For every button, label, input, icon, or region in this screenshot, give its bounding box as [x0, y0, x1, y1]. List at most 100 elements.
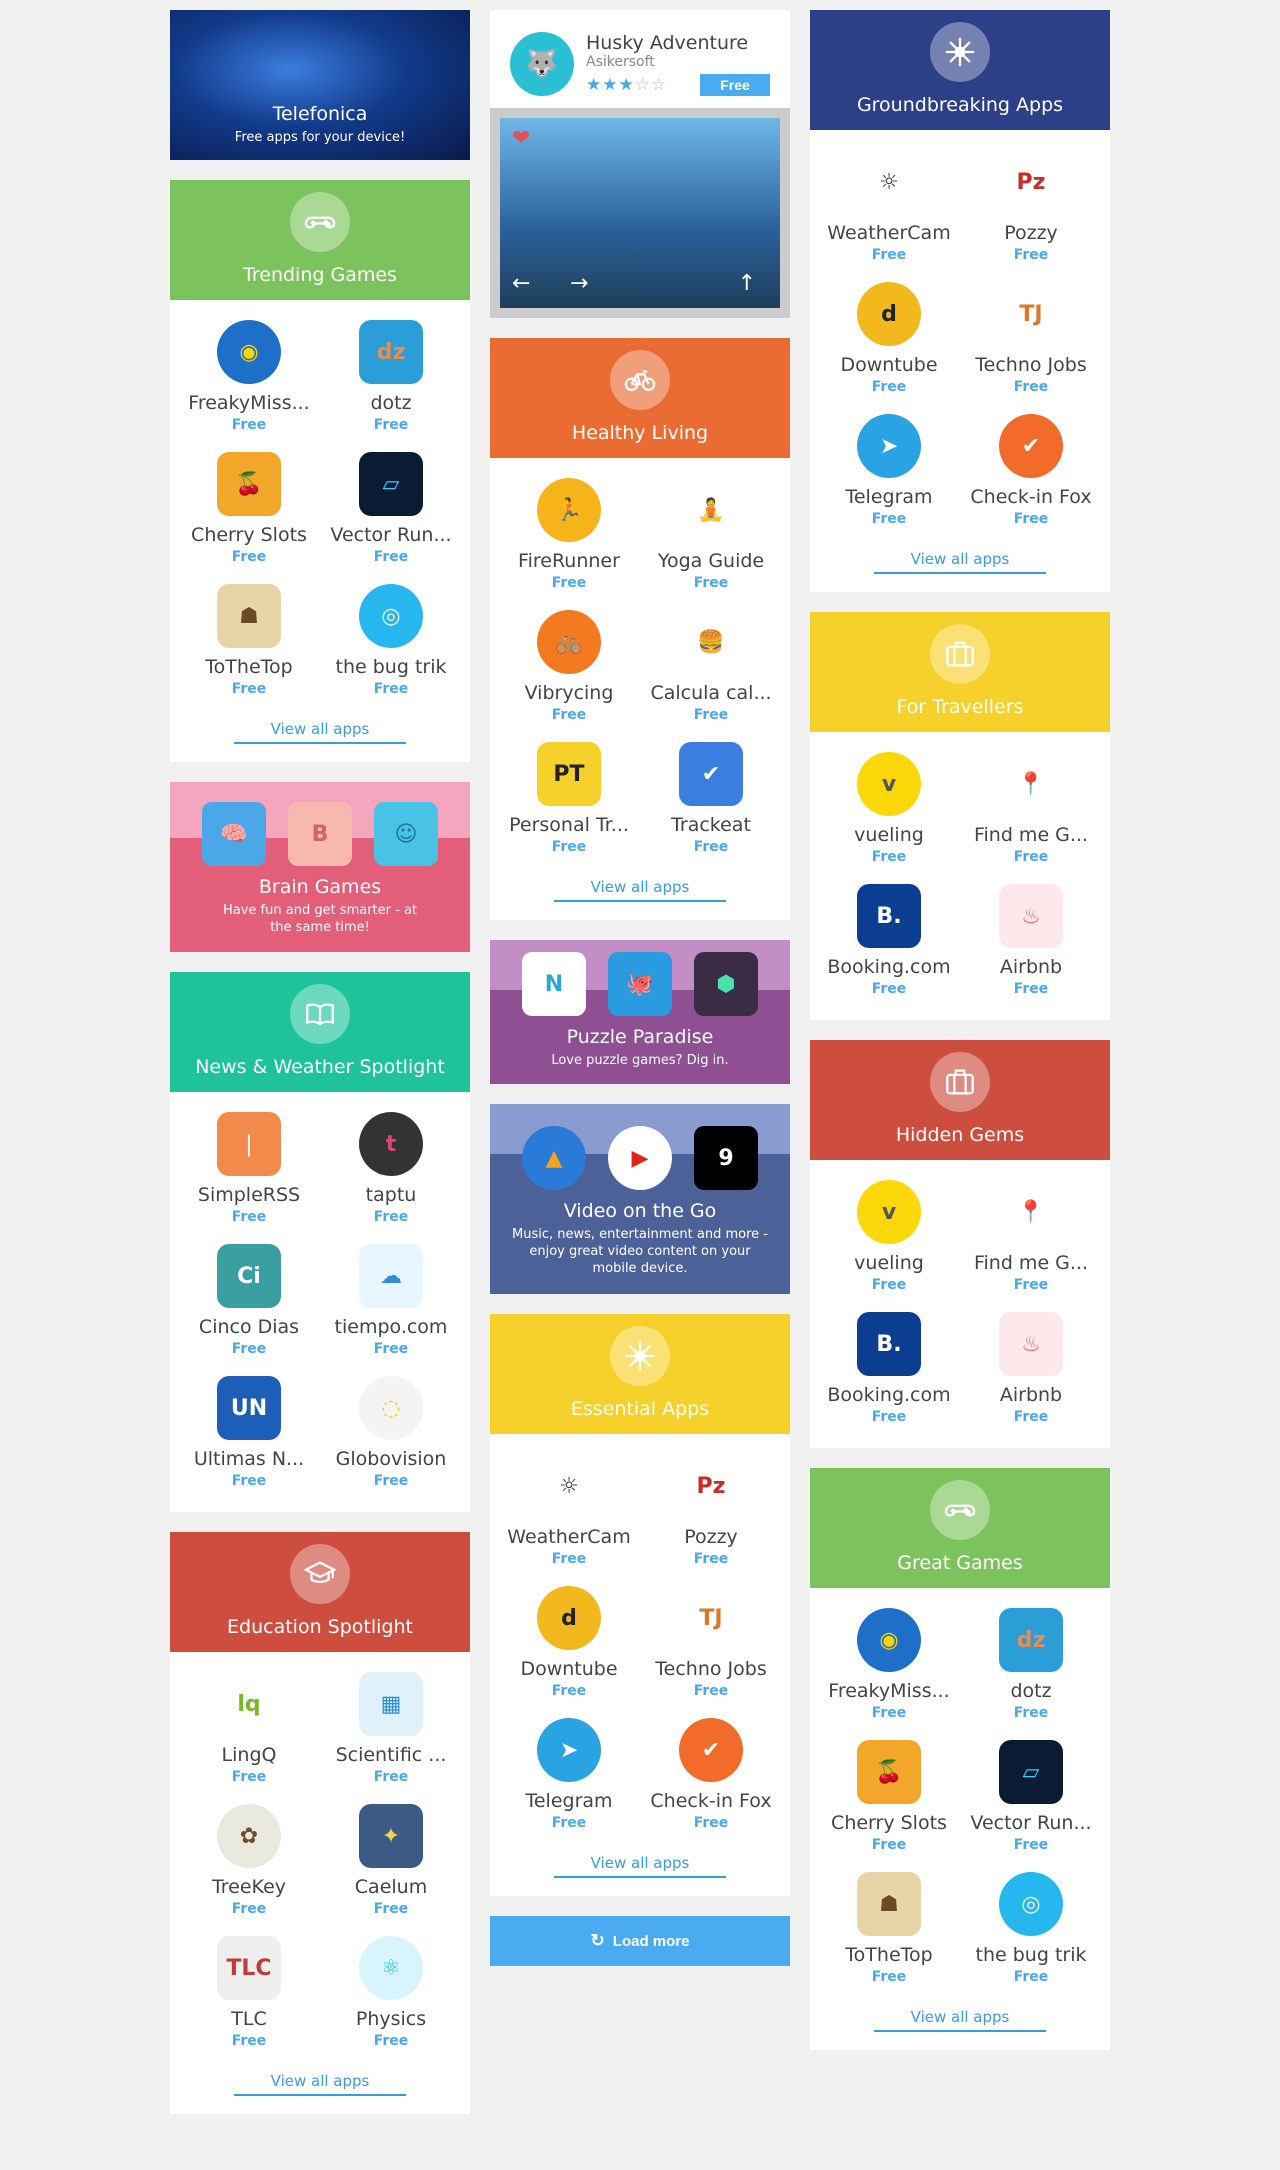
freaky-mission-icon: ◉: [217, 320, 281, 384]
app-name: Downtube: [520, 1658, 618, 1680]
app-tile[interactable]: v vueling Free: [818, 752, 960, 884]
app-tile[interactable]: 🍒 Cherry Slots Free: [178, 452, 320, 584]
puzzle-paradise-subtitle: Love puzzle games? Dig in.: [551, 1053, 729, 1068]
app-price: Free: [693, 575, 729, 591]
featured-app-developer: Asikersoft: [586, 54, 655, 70]
view-all-link[interactable]: View all apps: [234, 2072, 406, 2096]
app-name: TreeKey: [211, 1876, 287, 1898]
app-name: Scientific ...: [335, 1744, 447, 1766]
app-tile[interactable]: ▦ Scientific ... Free: [320, 1672, 462, 1804]
app-tile[interactable]: t taptu Free: [320, 1112, 462, 1244]
app-tile[interactable]: ☼ WeatherCam Free: [818, 150, 960, 282]
app-tile[interactable]: UN Ultimas N... Free: [178, 1376, 320, 1508]
app-tile[interactable]: dz dotz Free: [960, 1608, 1102, 1740]
featured-free-button[interactable]: Free: [700, 74, 770, 96]
app-tile[interactable]: ☗ ToTheTop Free: [178, 584, 320, 716]
app-tile[interactable]: 🏃 FireRunner Free: [498, 478, 640, 610]
app-tile[interactable]: B. Booking.com Free: [818, 1312, 960, 1444]
app-tile[interactable]: ☗ ToTheTop Free: [818, 1872, 960, 2004]
view-all-link[interactable]: View all apps: [874, 2008, 1046, 2032]
app-tile[interactable]: d Downtube Free: [498, 1586, 640, 1718]
app-tile[interactable]: lq LingQ Free: [178, 1672, 320, 1804]
app-price: Free: [231, 2033, 267, 2049]
app-tile[interactable]: ▱ Vector Run... Free: [320, 452, 462, 584]
app-name: Check-in Fox: [970, 486, 1092, 508]
arrow-left-icon[interactable]: ←: [512, 271, 530, 296]
app-name: taptu: [365, 1184, 417, 1206]
app-tile[interactable]: PT Personal Tr... Free: [498, 742, 640, 874]
app-tile[interactable]: ♨ Airbnb Free: [960, 1312, 1102, 1444]
app-tile[interactable]: ✿ TreeKey Free: [178, 1804, 320, 1936]
featured-screenshot[interactable]: ❤ ← → ↑: [490, 108, 790, 318]
app-price: Free: [551, 707, 587, 723]
app-tile[interactable]: ◉ FreakyMiss... Free: [818, 1608, 960, 1740]
load-more-button[interactable]: ↻ Load more: [490, 1916, 790, 1966]
app-name: ToTheTop: [205, 656, 293, 678]
app-tile[interactable]: d Downtube Free: [818, 282, 960, 414]
app-tile[interactable]: B. Booking.com Free: [818, 884, 960, 1016]
app-tile[interactable]: TLC TLC Free: [178, 1936, 320, 2068]
app-tile[interactable]: ◉ FreakyMiss... Free: [178, 320, 320, 452]
app-tile[interactable]: 🧘 Yoga Guide Free: [640, 478, 782, 610]
app-price: Free: [231, 681, 267, 697]
puzzle-paradise-banner[interactable]: N 🐙 ⬢ Puzzle Paradise Love puzzle games?…: [490, 940, 790, 1084]
telefonica-banner[interactable]: Telefonica Free apps for your device!: [170, 10, 470, 160]
groundbreaking-apps-header: Groundbreaking Apps: [810, 10, 1110, 130]
app-tile[interactable]: ✦ Caelum Free: [320, 1804, 462, 1936]
app-price: Free: [871, 981, 907, 997]
view-all-link[interactable]: View all apps: [554, 878, 726, 902]
app-tile[interactable]: ✔ Trackeat Free: [640, 742, 782, 874]
app-tile[interactable]: TJ Techno Jobs Free: [640, 1586, 782, 1718]
app-tile[interactable]: Pz Pozzy Free: [640, 1454, 782, 1586]
app-name: WeatherCam: [507, 1526, 631, 1548]
app-tile[interactable]: 🍒 Cherry Slots Free: [818, 1740, 960, 1872]
section-title: Healthy Living: [571, 422, 709, 444]
view-all-link[interactable]: View all apps: [874, 550, 1046, 574]
app-tile[interactable]: dz dotz Free: [320, 320, 462, 452]
app-tile[interactable]: ✔ Check-in Fox Free: [960, 414, 1102, 546]
app-price: Free: [1013, 849, 1049, 865]
app-tile[interactable]: ◌ Globovision Free: [320, 1376, 462, 1508]
downtube-icon: d: [537, 1586, 601, 1650]
essential-apps-section: Essential Apps ☼ WeatherCam Free Pz Pozzy Fre…: [490, 1314, 790, 1896]
video-on-the-go-banner[interactable]: ▲ ▶ 9 Video on the Go Music, news, enter…: [490, 1104, 790, 1294]
app-price: Free: [551, 1683, 587, 1699]
app-tile[interactable]: ⚛ Physics Free: [320, 1936, 462, 2068]
app-tile[interactable]: 🍔 Calcula cal... Free: [640, 610, 782, 742]
vueling-icon: v: [857, 1180, 921, 1244]
view-all-link[interactable]: View all apps: [554, 1854, 726, 1878]
rss-icon: ❘: [217, 1112, 281, 1176]
app-price: Free: [1013, 1277, 1049, 1293]
app-tile[interactable]: v vueling Free: [818, 1180, 960, 1312]
techno-jobs-icon: TJ: [999, 282, 1063, 346]
section-title: Education Spotlight: [227, 1616, 413, 1638]
app-price: Free: [1013, 1837, 1049, 1853]
app-tile[interactable]: 📍 Find me G... Free: [960, 752, 1102, 884]
app-tile[interactable]: 📍 Find me G... Free: [960, 1180, 1102, 1312]
arrow-right-icon[interactable]: →: [570, 271, 588, 296]
app-tile[interactable]: ✔ Check-in Fox Free: [640, 1718, 782, 1850]
app-tile[interactable]: ➤ Telegram Free: [498, 1718, 640, 1850]
app-tile[interactable]: ▱ Vector Run... Free: [960, 1740, 1102, 1872]
app-tile[interactable]: TJ Techno Jobs Free: [960, 282, 1102, 414]
load-more-label: Load more: [612, 1932, 690, 1950]
featured-app-card[interactable]: 🐺 Husky Adventure Asikersoft ★★★☆☆ Free …: [490, 10, 790, 318]
app-tile[interactable]: ☁ tiempo.com Free: [320, 1244, 462, 1376]
app-tile[interactable]: ➤ Telegram Free: [818, 414, 960, 546]
app-tile[interactable]: ❘ SimpleRSS Free: [178, 1112, 320, 1244]
app-name: Globovision: [335, 1448, 447, 1470]
app-tile[interactable]: ◎ the bug trik Free: [320, 584, 462, 716]
app-name: Techno Jobs: [975, 354, 1087, 376]
app-tile[interactable]: Pz Pozzy Free: [960, 150, 1102, 282]
brain-games-banner[interactable]: 🧠 B ☺ Brain Games Have fun and get smart…: [170, 782, 470, 952]
heart-icon: ❤: [512, 126, 531, 151]
app-price: Free: [1013, 511, 1049, 527]
arrow-up-icon[interactable]: ↑: [738, 271, 756, 296]
app-tile[interactable]: Ci Cinco Dias Free: [178, 1244, 320, 1376]
app-tile[interactable]: 🚲 Vibrycing Free: [498, 610, 640, 742]
caelum-icon: ✦: [359, 1804, 423, 1868]
app-tile[interactable]: ◎ the bug trik Free: [960, 1872, 1102, 2004]
app-tile[interactable]: ☼ WeatherCam Free: [498, 1454, 640, 1586]
view-all-link[interactable]: View all apps: [234, 720, 406, 744]
app-tile[interactable]: ♨ Airbnb Free: [960, 884, 1102, 1016]
